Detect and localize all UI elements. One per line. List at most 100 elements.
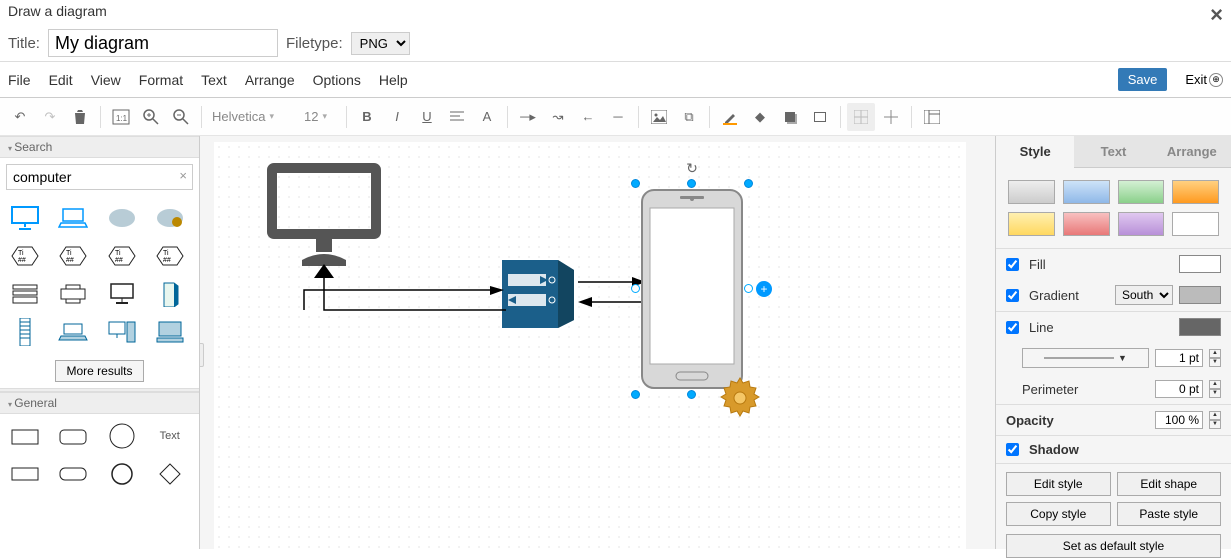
diagram-server[interactable]: [494, 252, 580, 331]
diagram-monitor[interactable]: [264, 160, 384, 273]
menu-help[interactable]: Help: [379, 72, 408, 88]
shape-cloud-server-icon[interactable]: [103, 202, 141, 234]
menu-file[interactable]: File: [8, 72, 31, 88]
menu-edit[interactable]: Edit: [49, 72, 73, 88]
shape-server-icon[interactable]: [151, 278, 189, 310]
guides-icon[interactable]: [877, 103, 905, 131]
menu-options[interactable]: Options: [313, 72, 361, 88]
shadow-icon[interactable]: [776, 103, 804, 131]
gradient-direction-select[interactable]: South: [1115, 285, 1173, 305]
underline-icon[interactable]: U: [413, 103, 441, 131]
shape-cloud-lock-icon[interactable]: [151, 202, 189, 234]
shape-laptop2-icon[interactable]: [54, 316, 92, 348]
shape-rect2-icon[interactable]: [6, 458, 44, 490]
more-results-button[interactable]: More results: [55, 360, 143, 382]
image-icon[interactable]: [645, 103, 673, 131]
diagram-phone[interactable]: ↻ +: [636, 184, 748, 394]
paste-style-button[interactable]: Paste style: [1117, 502, 1222, 526]
fill-checkbox[interactable]: [1006, 258, 1019, 271]
left-splitter-grip[interactable]: [200, 343, 204, 367]
filetype-select[interactable]: PNG: [351, 32, 410, 55]
swatch-green[interactable]: [1118, 180, 1165, 204]
swatch-yellow[interactable]: [1008, 212, 1055, 236]
swatch-purple[interactable]: [1118, 212, 1165, 236]
shape-hex-3-icon[interactable]: Ti##: [103, 240, 141, 272]
line-color-swatch[interactable]: [1179, 318, 1221, 336]
grid-icon[interactable]: [847, 103, 875, 131]
shape-hex-2-icon[interactable]: Ti##: [54, 240, 92, 272]
font-family-select[interactable]: Helvetica▾: [208, 107, 298, 126]
opacity-spinner[interactable]: ▲▼: [1209, 411, 1221, 429]
line-checkbox[interactable]: [1006, 321, 1019, 334]
shape-terminal-icon[interactable]: [151, 316, 189, 348]
set-default-style-button[interactable]: Set as default style: [1006, 534, 1221, 558]
redo-icon[interactable]: ↷: [36, 103, 64, 131]
perimeter-input[interactable]: [1155, 380, 1203, 398]
align-icon[interactable]: [443, 103, 471, 131]
add-connection-icon[interactable]: +: [756, 281, 772, 297]
edit-style-button[interactable]: Edit style: [1006, 472, 1111, 496]
edit-shape-button[interactable]: Edit shape: [1117, 472, 1222, 496]
clear-search-icon[interactable]: ×: [179, 168, 187, 183]
shape-roundrect2-icon[interactable]: [54, 458, 92, 490]
bold-icon[interactable]: B: [353, 103, 381, 131]
link-icon[interactable]: ⧉: [675, 103, 703, 131]
swatch-blue[interactable]: [1063, 180, 1110, 204]
opacity-input[interactable]: [1155, 411, 1203, 429]
tab-style[interactable]: Style: [996, 136, 1074, 168]
shape-diamond-icon[interactable]: [151, 458, 189, 490]
shape-hex-4-icon[interactable]: Ti##: [151, 240, 189, 272]
font-size-select[interactable]: 12▾: [300, 107, 340, 126]
shadow-checkbox[interactable]: [1006, 443, 1019, 456]
fit-page-icon[interactable]: 1:1: [107, 103, 135, 131]
tab-text[interactable]: Text: [1074, 136, 1152, 168]
line-width-spinner[interactable]: ▲▼: [1209, 349, 1221, 367]
shape-printer-icon[interactable]: [54, 278, 92, 310]
arrow-left-icon[interactable]: ←: [574, 103, 602, 131]
swatch-white[interactable]: [1172, 212, 1219, 236]
rotate-handle-icon[interactable]: ↻: [686, 160, 698, 177]
swatch-gray[interactable]: [1008, 180, 1055, 204]
shape-desktop-icon[interactable]: [103, 278, 141, 310]
canvas-area[interactable]: ↻ +: [200, 136, 995, 549]
shape-workstation-icon[interactable]: [103, 316, 141, 348]
line-width-input[interactable]: [1155, 349, 1203, 367]
shape-roundrect-icon[interactable]: [54, 420, 92, 452]
menu-view[interactable]: View: [91, 72, 121, 88]
diagram-gear[interactable]: [716, 374, 764, 425]
line-icon[interactable]: ─: [604, 103, 632, 131]
general-panel-header[interactable]: General: [0, 392, 199, 414]
swatch-red[interactable]: [1063, 212, 1110, 236]
perimeter-spinner[interactable]: ▲▼: [1209, 380, 1221, 398]
gradient-checkbox[interactable]: [1006, 289, 1019, 302]
shape-text-icon[interactable]: Text: [151, 420, 189, 452]
pencil-icon[interactable]: [716, 103, 744, 131]
shape-rack-icon[interactable]: [6, 316, 44, 348]
zoom-out-icon[interactable]: [167, 103, 195, 131]
shape-circle-icon[interactable]: [103, 420, 141, 452]
shape-pc-bw-icon[interactable]: [6, 278, 44, 310]
connector-curve-icon[interactable]: ↝: [544, 103, 572, 131]
fill-color-swatch[interactable]: [1179, 255, 1221, 273]
search-panel-header[interactable]: Search: [0, 136, 199, 158]
shape-hex-1-icon[interactable]: Ti##: [6, 240, 44, 272]
exit-button[interactable]: Exit ⊕: [1185, 72, 1223, 87]
paint-icon[interactable]: ◆: [746, 103, 774, 131]
swatch-orange[interactable]: [1172, 180, 1219, 204]
copy-style-button[interactable]: Copy style: [1006, 502, 1111, 526]
shape-monitor-icon[interactable]: [6, 202, 44, 234]
save-button[interactable]: Save: [1118, 68, 1168, 91]
menu-format[interactable]: Format: [139, 72, 183, 88]
shape-circle2-icon[interactable]: [103, 458, 141, 490]
undo-icon[interactable]: ↶: [6, 103, 34, 131]
title-input[interactable]: [48, 29, 278, 57]
zoom-in-icon[interactable]: [137, 103, 165, 131]
search-input[interactable]: [6, 164, 193, 190]
italic-icon[interactable]: I: [383, 103, 411, 131]
font-color-icon[interactable]: A: [473, 103, 501, 131]
line-style-select[interactable]: ▼: [1022, 348, 1149, 368]
connector-straight-icon[interactable]: ─▸: [514, 103, 542, 131]
gradient-color-swatch[interactable]: [1179, 286, 1221, 304]
layout-icon[interactable]: [918, 103, 946, 131]
rect-icon[interactable]: [806, 103, 834, 131]
